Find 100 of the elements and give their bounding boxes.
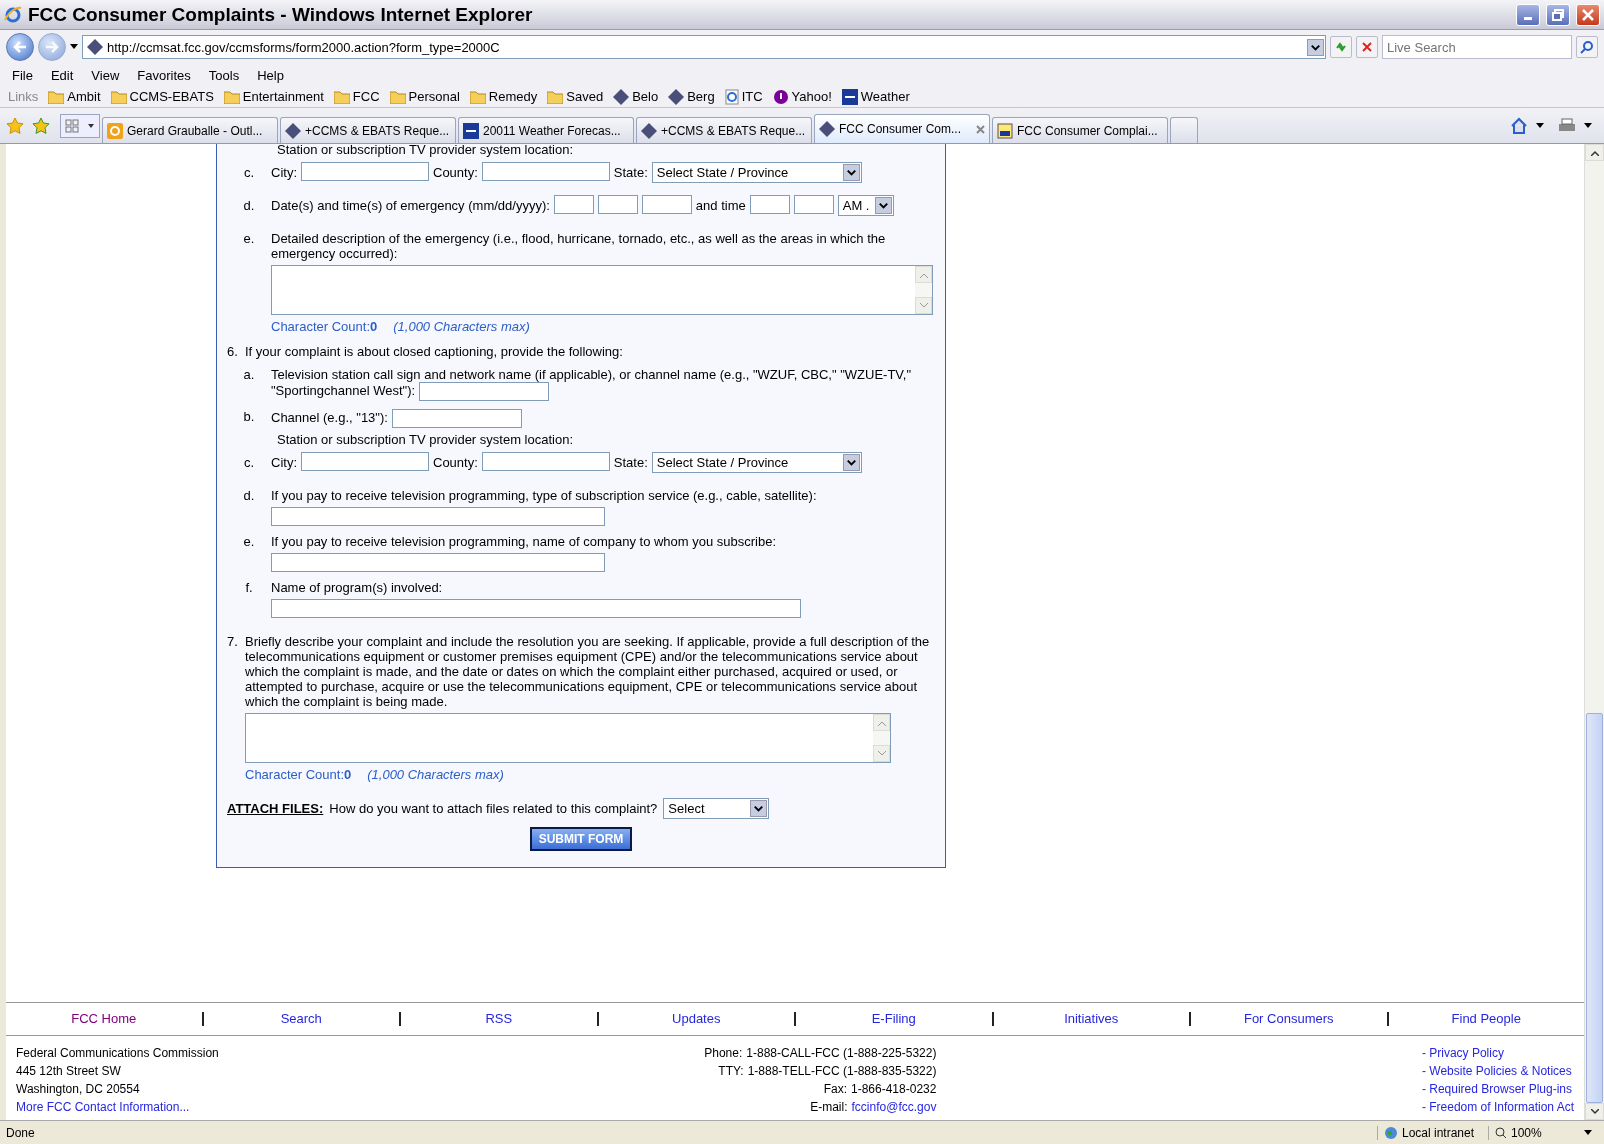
menu-item[interactable]: Favorites	[137, 67, 191, 83]
back-button[interactable]	[6, 33, 34, 61]
menu-item[interactable]: Edit	[50, 67, 74, 83]
menu-item[interactable]: Help	[257, 67, 284, 83]
input-field[interactable]	[271, 553, 605, 572]
contact-label: Fax:	[823, 1082, 847, 1096]
address-field[interactable]: http://ccmsat.fcc.gov/ccmsforms/form2000.action?form_type=2000C	[82, 35, 1326, 59]
input-field[interactable]	[793, 195, 834, 214]
browser-tab[interactable]: Gerard Grauballe - Outl...	[102, 117, 278, 143]
footer-nav-link[interactable]: FCC Home	[6, 1012, 202, 1026]
attach-dropdown[interactable]: Select	[663, 798, 770, 819]
input-field[interactable]	[597, 195, 638, 214]
browser-tab[interactable]: +CCMS & EBATS Reque...	[636, 117, 812, 143]
window-title: FCC Consumer Complaints - Windows Internet Explorer	[28, 3, 534, 26]
footer-nav-link[interactable]: RSS	[399, 1012, 597, 1026]
favorite-link[interactable]: Weather	[841, 88, 910, 105]
state-dropdown[interactable]: Select State / Province	[651, 162, 862, 183]
folder-icon	[223, 89, 240, 104]
question-number: 6.	[227, 344, 239, 359]
field-label: If you pay to receive television programming, name of company to whom you subscribe:	[271, 534, 778, 549]
input-field[interactable]	[301, 162, 429, 181]
footer-nav-link[interactable]: For Consumers	[1189, 1012, 1387, 1026]
menu-item[interactable]: Tools	[208, 67, 240, 83]
refresh-button[interactable]	[1330, 36, 1352, 58]
document-logo-icon	[997, 122, 1013, 139]
caret-icon	[842, 164, 860, 181]
new-tab[interactable]	[1170, 117, 1198, 143]
footer-nav-link[interactable]: E-Filing	[794, 1012, 992, 1026]
menu-item[interactable]: File	[12, 67, 33, 83]
browser-tab[interactable]: +CCMS & EBATS Reque...	[280, 117, 456, 143]
folder-icon	[48, 89, 65, 104]
minimize-button[interactable]	[1516, 3, 1540, 26]
ampm-dropdown[interactable]: AM .	[837, 195, 894, 216]
text-area[interactable]	[271, 265, 933, 315]
policy-link[interactable]: - Freedom of Information Act	[1421, 1100, 1574, 1114]
close-button[interactable]	[1576, 3, 1600, 26]
input-field[interactable]	[419, 382, 550, 401]
question-text: Briefly describe your complaint and include the resolution you are seeking. If applicable, provide a full description of the telecommunications equipment or customer premises equipment (CPE) and/or the telecommunications service about which the complaint is made, and the date or dates on which the complaint either purchased, acquired or used, or attempted to purchase, acquire or use the telecommunications equipment, CPE or telecommunications service about which the complaint is being made.	[245, 634, 931, 709]
contact-label: TTY:	[718, 1064, 744, 1078]
field-caption: Station or subscription TV provider system location:	[276, 142, 574, 157]
search-button[interactable]	[1576, 36, 1598, 58]
input-field[interactable]	[749, 195, 790, 214]
address-line: Washington, DC 20554	[16, 1082, 141, 1096]
favorite-link[interactable]: Entertainment	[223, 89, 324, 104]
contact-link[interactable]: More FCC Contact Information...	[16, 1100, 219, 1114]
policy-link[interactable]: - Website Policies & Notices	[1421, 1064, 1574, 1078]
favorite-link[interactable]: Remedy	[469, 89, 538, 104]
favorite-link[interactable]: Ambit	[48, 89, 101, 104]
favorite-link[interactable]: Belo	[613, 88, 659, 105]
input-field[interactable]	[391, 409, 522, 428]
forward-button[interactable]	[38, 33, 66, 61]
search-field[interactable]: Live Search	[1382, 35, 1572, 59]
input-field[interactable]	[553, 195, 594, 214]
browser-tab[interactable]: FCC Consumer Complai...	[992, 117, 1168, 143]
stop-button[interactable]	[1356, 36, 1378, 58]
text-area[interactable]	[245, 713, 891, 763]
input-field[interactable]	[301, 452, 429, 471]
policy-link[interactable]: - Privacy Policy	[1421, 1046, 1574, 1060]
contact-value: 1-888-TELL-FCC (1-888-835-5322)	[747, 1064, 937, 1078]
arrow-down-icon	[877, 750, 886, 757]
favorite-link[interactable]: Saved	[547, 89, 604, 104]
contact-value: 1-888-CALL-FCC (1-888-225-5322)	[746, 1046, 937, 1060]
refresh-icon	[1334, 40, 1348, 54]
attach-question: How do you want to attach files related to this complaint?	[329, 801, 658, 816]
scrollbar[interactable]	[1584, 144, 1604, 1120]
favorite-link[interactable]: Berg	[668, 88, 715, 105]
input-field[interactable]	[481, 162, 610, 181]
input-field[interactable]	[271, 507, 605, 526]
arrow-left-icon	[13, 41, 27, 53]
browser-tab[interactable]: 20011 Weather Forecas...	[458, 117, 634, 143]
item-letter: a.	[242, 366, 256, 382]
attach-files-label: ATTACH FILES:	[227, 801, 324, 816]
favorite-link[interactable]: CCMS-EBATS	[110, 89, 214, 104]
input-field[interactable]	[481, 452, 610, 471]
favorite-link[interactable]: ITC	[724, 88, 763, 105]
arrow-down-icon	[919, 302, 928, 309]
input-field[interactable]	[641, 195, 692, 214]
footer-nav-link[interactable]: Search	[201, 1012, 399, 1026]
email-link[interactable]: fccinfo@fcc.gov	[851, 1100, 937, 1114]
scroll-thumb[interactable]	[1586, 713, 1603, 1103]
item-letter: e.	[242, 533, 256, 549]
restore-button[interactable]	[1546, 3, 1570, 26]
policy-link[interactable]: - Required Browser Plug-ins	[1421, 1082, 1574, 1096]
favorite-link[interactable]: Personal	[389, 89, 460, 104]
caret-icon	[874, 197, 892, 214]
favorite-link[interactable]: Yahoo!	[772, 89, 832, 104]
arrow-up-icon	[919, 271, 928, 278]
state-dropdown[interactable]: Select State / Province	[651, 452, 862, 473]
field-label: County:	[433, 454, 478, 470]
input-field[interactable]	[271, 599, 801, 618]
field-label: County:	[433, 164, 478, 180]
menu-item[interactable]: View	[91, 67, 120, 83]
browser-tab[interactable]: FCC Consumer Com...	[814, 114, 990, 143]
folder-icon	[547, 89, 564, 104]
footer-nav-link[interactable]: Updates	[596, 1012, 794, 1026]
favorite-link[interactable]: FCC	[333, 89, 380, 104]
footer-nav-link[interactable]: Initiatives	[991, 1012, 1189, 1026]
caret-icon	[70, 44, 78, 50]
item-letter: c.	[242, 164, 256, 180]
zoom-level[interactable]: 100%	[1488, 1125, 1598, 1140]
